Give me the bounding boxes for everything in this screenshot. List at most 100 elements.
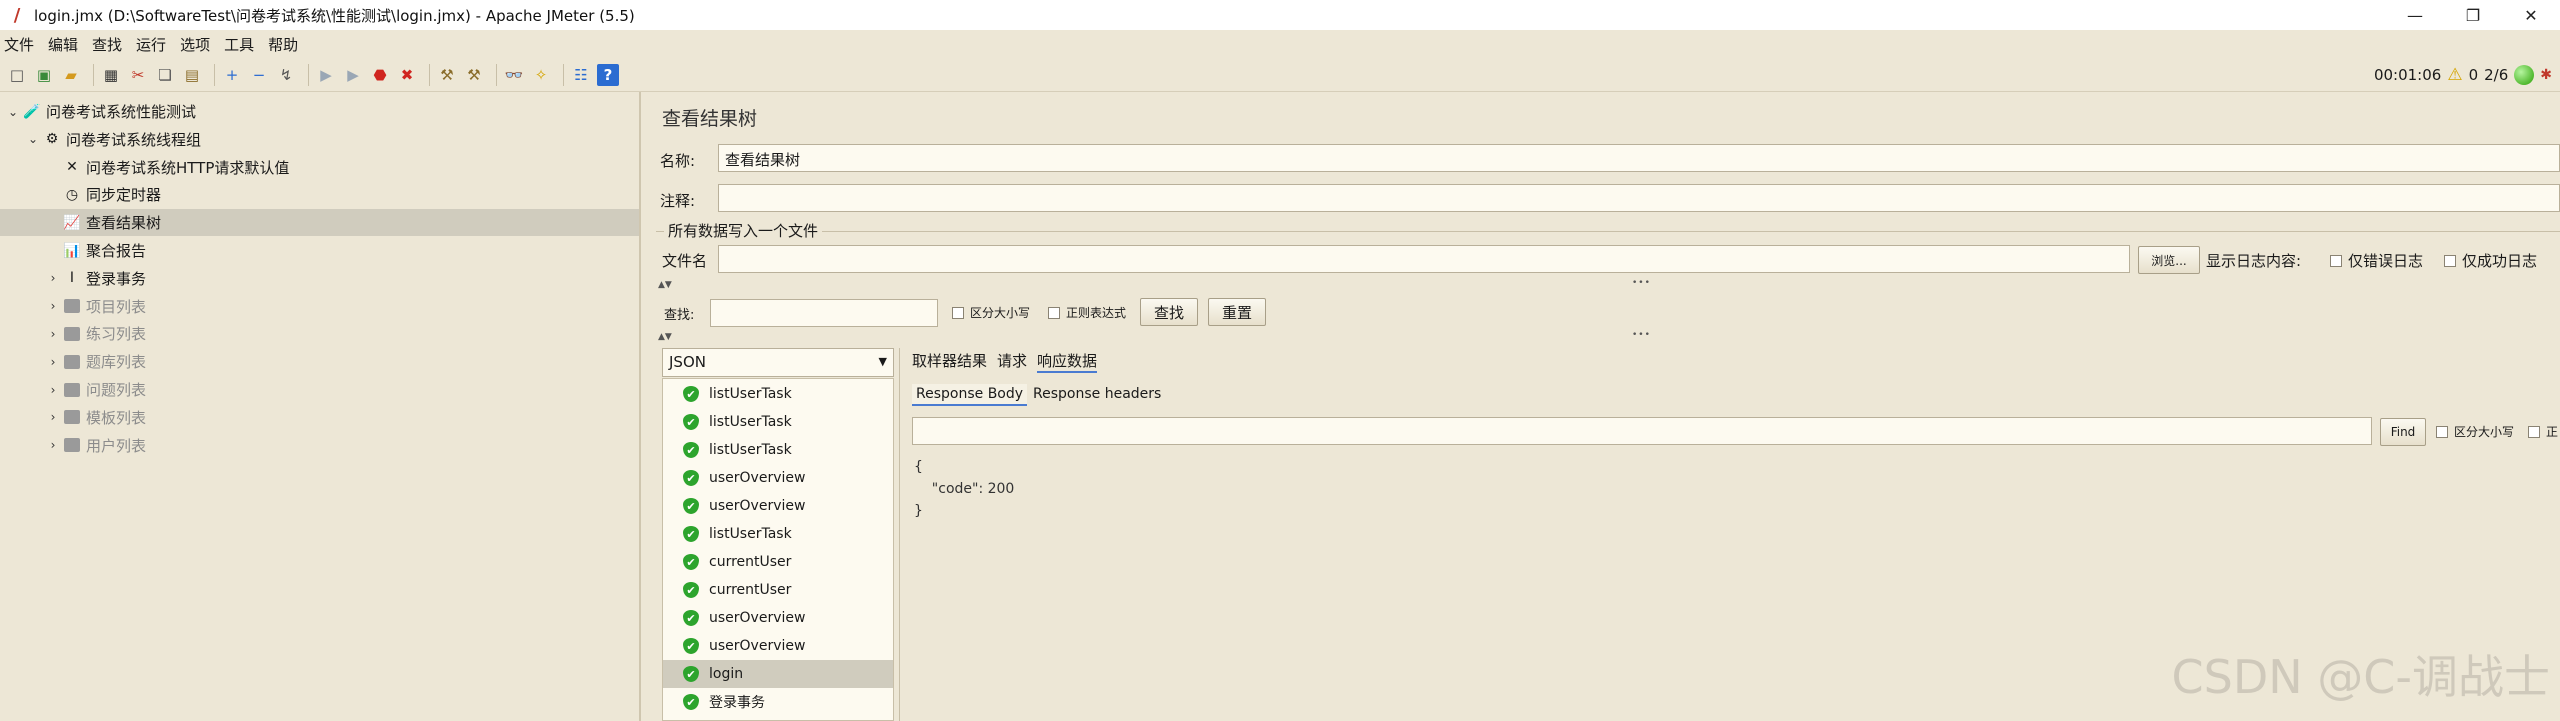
cut-icon[interactable]: ✂ — [127, 64, 149, 86]
success-only-checkbox[interactable]: 仅成功日志 — [2444, 250, 2537, 271]
menu-options[interactable]: 选项 — [180, 34, 210, 55]
regex-checkbox[interactable]: 正则表达式 — [1048, 304, 1126, 321]
open-icon[interactable]: ▰ — [60, 64, 82, 86]
tree-node[interactable]: 📊 聚合报告 — [0, 237, 639, 264]
tree-node[interactable]: ⌄ 🧪 问卷考试系统性能测试 — [0, 98, 639, 125]
splitter-bottom[interactable]: ▲▼ ••• — [644, 330, 2560, 342]
expand-icon[interactable]: + — [221, 64, 243, 86]
search-button[interactable]: 查找 — [1140, 298, 1198, 326]
templates-icon[interactable]: ▣ — [33, 64, 55, 86]
tree-node[interactable]: ◷ 同步定时器 — [0, 181, 639, 208]
expand-toggle-icon[interactable]: › — [44, 355, 62, 369]
tree-node[interactable]: › 题库列表 — [0, 348, 639, 375]
clear-icon[interactable]: ⚒ — [436, 64, 458, 86]
reset-button[interactable]: 重置 — [1208, 298, 1266, 326]
chevron-down-icon: ▼ — [878, 355, 887, 368]
new-icon[interactable]: □ — [6, 64, 28, 86]
tree-node[interactable]: 📈 查看结果树 — [0, 209, 639, 237]
find-regex-label: 正 — [2546, 425, 2559, 439]
sample-result-item[interactable]: ✔ currentUser — [663, 576, 893, 604]
start-icon[interactable]: ▶ — [315, 64, 337, 86]
thread-count: 2/6 — [2484, 66, 2509, 84]
case-sensitive-checkbox[interactable]: 区分大小写 — [952, 304, 1030, 321]
find-case-checkbox[interactable]: 区分大小写 — [2436, 423, 2514, 440]
maximize-button[interactable]: ❐ — [2444, 0, 2502, 30]
expand-toggle-icon[interactable]: › — [44, 327, 62, 341]
sample-result-item[interactable]: ✔ 登录事务 — [663, 688, 893, 716]
sample-result-item[interactable]: ✔ userOverview — [663, 464, 893, 492]
sample-result-item[interactable]: ✔ listUserTask — [663, 436, 893, 464]
find-regex-checkbox[interactable]: 正 — [2528, 423, 2558, 440]
tree-node-label: 登录事务 — [86, 269, 147, 288]
minimize-button[interactable]: — — [2386, 0, 2444, 30]
shutdown-icon[interactable]: ✖ — [396, 64, 418, 86]
sample-result-item[interactable]: ✔ userOverview — [663, 492, 893, 520]
sample-result-item[interactable]: ✔ userOverview — [663, 604, 893, 632]
search-icon[interactable]: 👓 — [503, 64, 525, 86]
clear-all-icon[interactable]: ⚒ — [463, 64, 485, 86]
copy-icon[interactable]: ❏ — [154, 64, 176, 86]
result-tab[interactable]: 取样器结果 — [912, 350, 987, 373]
comment-field[interactable] — [718, 184, 2560, 212]
menu-edit[interactable]: 编辑 — [48, 34, 78, 55]
expand-toggle-icon[interactable]: ⌄ — [4, 105, 22, 119]
expand-toggle-icon[interactable]: › — [44, 383, 62, 397]
help-icon[interactable]: ? — [597, 63, 619, 86]
sample-result-item[interactable]: ✔ listUserTask — [663, 520, 893, 548]
stop-icon[interactable]: ⬣ — [369, 64, 391, 86]
tree-node[interactable]: › Ⅰ 登录事务 — [0, 265, 639, 292]
menu-run[interactable]: 运行 — [136, 34, 166, 55]
sample-result-item[interactable]: ✔ currentUser — [663, 548, 893, 576]
find-button[interactable]: Find — [2380, 418, 2426, 446]
tree-node[interactable]: › 练习列表 — [0, 320, 639, 347]
filename-input[interactable] — [718, 245, 2130, 273]
sample-result-label: userOverview — [709, 498, 806, 514]
tree-node[interactable]: › 模板列表 — [0, 404, 639, 431]
reset-search-icon[interactable]: ✧ — [530, 64, 552, 86]
sample-result-item[interactable]: ✔ listUserTask — [663, 380, 893, 408]
filename-label: 文件名 — [662, 252, 708, 270]
result-tab[interactable]: 请求 — [997, 350, 1027, 373]
name-field[interactable]: 查看结果树 — [718, 144, 2560, 172]
expand-toggle-icon[interactable]: › — [44, 410, 62, 424]
warning-icon[interactable]: ⚠ — [2447, 65, 2462, 85]
browse-button[interactable]: 浏览... — [2138, 246, 2200, 274]
menu-tools[interactable]: 工具 — [224, 34, 254, 55]
renderer-select[interactable]: JSON ▼ — [662, 348, 894, 377]
errors-only-checkbox[interactable]: 仅错误日志 — [2330, 250, 2423, 271]
sample-result-item[interactable]: ✔ userOverview — [663, 632, 893, 660]
tree-node[interactable]: › 用户列表 — [0, 432, 639, 459]
splitter-top[interactable]: ▲▼ ••• — [644, 278, 2560, 290]
menu-file[interactable]: 文件 — [4, 34, 34, 55]
toolbar-separator — [93, 63, 94, 86]
menu-search[interactable]: 查找 — [92, 34, 122, 55]
save-icon[interactable]: ▦ — [100, 64, 122, 86]
vertical-splitter[interactable] — [899, 348, 905, 721]
toggle-icon[interactable]: ↯ — [275, 64, 297, 86]
tree-node[interactable]: › 问题列表 — [0, 376, 639, 403]
response-subtab[interactable]: Response Body — [912, 384, 1028, 406]
search-input[interactable] — [710, 299, 938, 327]
tree-node[interactable]: ⌄ ⚙ 问卷考试系统线程组 — [0, 126, 639, 153]
tree-node-icon — [62, 435, 82, 455]
result-tab[interactable]: 响应数据 — [1037, 350, 1098, 373]
sample-results-list[interactable]: ✔ listUserTask ✔ listUserTask ✔ listUserTask ✔… — [662, 378, 894, 721]
tree-node[interactable]: › 项目列表 — [0, 293, 639, 320]
expand-toggle-icon[interactable]: › — [44, 438, 62, 452]
start-no-pause-icon[interactable]: ▶ — [342, 64, 364, 86]
sample-result-item[interactable]: ✔ login — [663, 660, 893, 688]
response-subtab[interactable]: Response headers — [1029, 384, 1165, 406]
collapse-icon[interactable]: − — [248, 64, 270, 86]
menu-help[interactable]: 帮助 — [268, 34, 298, 55]
expand-toggle-icon[interactable]: ⌄ — [24, 132, 42, 146]
function-helper-icon[interactable]: ☷ — [570, 64, 592, 86]
paste-icon[interactable]: ▤ — [181, 64, 203, 86]
expand-toggle-icon[interactable]: › — [44, 299, 62, 313]
success-shield-icon: ✔ — [683, 582, 699, 598]
close-button[interactable]: ✕ — [2502, 0, 2560, 30]
success-shield-icon: ✔ — [683, 694, 699, 710]
tree-node[interactable]: ✕ 问卷考试系统HTTP请求默认值 — [0, 154, 639, 181]
expand-toggle-icon[interactable]: › — [44, 271, 62, 285]
response-find-input[interactable] — [912, 417, 2372, 445]
sample-result-item[interactable]: ✔ listUserTask — [663, 408, 893, 436]
